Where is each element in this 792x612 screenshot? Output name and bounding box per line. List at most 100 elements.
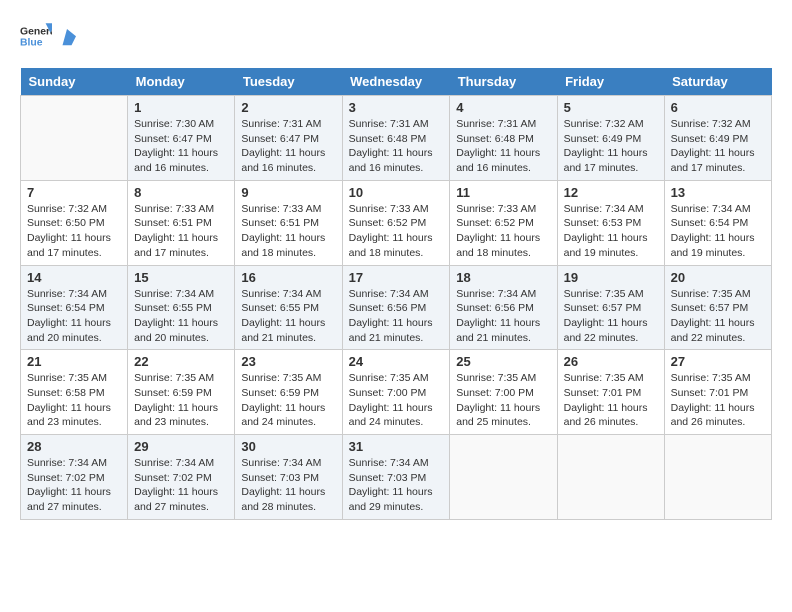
day-info: Sunrise: 7:34 AMSunset: 7:03 PMDaylight:… bbox=[241, 456, 335, 515]
calendar-cell: 16 Sunrise: 7:34 AMSunset: 6:55 PMDayligh… bbox=[235, 265, 342, 350]
calendar-cell: 30 Sunrise: 7:34 AMSunset: 7:03 PMDayligh… bbox=[235, 435, 342, 520]
calendar-week-row: 7 Sunrise: 7:32 AMSunset: 6:50 PMDaylight… bbox=[21, 180, 772, 265]
day-info: Sunrise: 7:35 AMSunset: 6:58 PMDaylight:… bbox=[27, 371, 121, 430]
day-number: 12 bbox=[564, 185, 658, 200]
day-number: 23 bbox=[241, 354, 335, 369]
page-header: General Blue bbox=[20, 20, 772, 52]
day-number: 2 bbox=[241, 100, 335, 115]
day-number: 8 bbox=[134, 185, 228, 200]
calendar-cell: 26 Sunrise: 7:35 AMSunset: 7:01 PMDayligh… bbox=[557, 350, 664, 435]
day-number: 11 bbox=[456, 185, 550, 200]
calendar-week-row: 28 Sunrise: 7:34 AMSunset: 7:02 PMDayligh… bbox=[21, 435, 772, 520]
day-number: 9 bbox=[241, 185, 335, 200]
day-info: Sunrise: 7:34 AMSunset: 6:55 PMDaylight:… bbox=[134, 287, 228, 346]
calendar-cell: 11 Sunrise: 7:33 AMSunset: 6:52 PMDayligh… bbox=[450, 180, 557, 265]
calendar-cell: 21 Sunrise: 7:35 AMSunset: 6:58 PMDayligh… bbox=[21, 350, 128, 435]
day-info: Sunrise: 7:33 AMSunset: 6:51 PMDaylight:… bbox=[241, 202, 335, 261]
day-info: Sunrise: 7:35 AMSunset: 7:01 PMDaylight:… bbox=[671, 371, 765, 430]
calendar-cell: 14 Sunrise: 7:34 AMSunset: 6:54 PMDayligh… bbox=[21, 265, 128, 350]
calendar-cell: 10 Sunrise: 7:33 AMSunset: 6:52 PMDayligh… bbox=[342, 180, 450, 265]
calendar-cell: 1 Sunrise: 7:30 AMSunset: 6:47 PMDaylight… bbox=[128, 96, 235, 181]
day-number: 25 bbox=[456, 354, 550, 369]
day-number: 22 bbox=[134, 354, 228, 369]
day-number: 7 bbox=[27, 185, 121, 200]
day-number: 14 bbox=[27, 270, 121, 285]
day-number: 21 bbox=[27, 354, 121, 369]
day-number: 3 bbox=[349, 100, 444, 115]
calendar-cell: 4Sunrise: 7:31 AMSunset: 6:48 PMDaylight… bbox=[450, 96, 557, 181]
day-info: Sunrise: 7:34 AMSunset: 6:53 PMDaylight:… bbox=[564, 202, 658, 261]
day-info: Sunrise: 7:32 AMSunset: 6:49 PMDaylight:… bbox=[564, 117, 658, 176]
calendar-table: SundayMondayTuesdayWednesdayThursdayFrid… bbox=[20, 68, 772, 520]
day-info: Sunrise: 7:34 AMSunset: 6:55 PMDaylight:… bbox=[241, 287, 335, 346]
day-info: Sunrise: 7:31 AMSunset: 6:47 PMDaylight:… bbox=[241, 117, 335, 176]
day-info: Sunrise: 7:35 AMSunset: 7:01 PMDaylight:… bbox=[564, 371, 658, 430]
logo-icon: General Blue bbox=[20, 20, 52, 52]
day-info: Sunrise: 7:35 AMSunset: 6:59 PMDaylight:… bbox=[241, 371, 335, 430]
calendar-cell bbox=[664, 435, 771, 520]
day-info: Sunrise: 7:35 AMSunset: 6:57 PMDaylight:… bbox=[671, 287, 765, 346]
calendar-week-row: 14 Sunrise: 7:34 AMSunset: 6:54 PMDayligh… bbox=[21, 265, 772, 350]
day-info: Sunrise: 7:34 AMSunset: 6:56 PMDaylight:… bbox=[349, 287, 444, 346]
calendar-cell: 13Sunrise: 7:34 AMSunset: 6:54 PMDayligh… bbox=[664, 180, 771, 265]
calendar-week-row: 21 Sunrise: 7:35 AMSunset: 6:58 PMDayligh… bbox=[21, 350, 772, 435]
day-of-week-header: Friday bbox=[557, 68, 664, 96]
day-of-week-header: Sunday bbox=[21, 68, 128, 96]
calendar-cell bbox=[21, 96, 128, 181]
day-number: 15 bbox=[134, 270, 228, 285]
day-number: 10 bbox=[349, 185, 444, 200]
day-info: Sunrise: 7:33 AMSunset: 6:51 PMDaylight:… bbox=[134, 202, 228, 261]
day-info: Sunrise: 7:32 AMSunset: 6:50 PMDaylight:… bbox=[27, 202, 121, 261]
day-number: 1 bbox=[134, 100, 228, 115]
calendar-cell bbox=[557, 435, 664, 520]
calendar-cell: 7 Sunrise: 7:32 AMSunset: 6:50 PMDaylight… bbox=[21, 180, 128, 265]
day-info: Sunrise: 7:35 AMSunset: 6:57 PMDaylight:… bbox=[564, 287, 658, 346]
day-of-week-header: Tuesday bbox=[235, 68, 342, 96]
day-of-week-header: Thursday bbox=[450, 68, 557, 96]
calendar-cell: 5 Sunrise: 7:32 AMSunset: 6:49 PMDaylight… bbox=[557, 96, 664, 181]
calendar-cell: 3 Sunrise: 7:31 AMSunset: 6:48 PMDaylight… bbox=[342, 96, 450, 181]
calendar-cell: 29 Sunrise: 7:34 AMSunset: 7:02 PMDayligh… bbox=[128, 435, 235, 520]
calendar-cell: 24Sunrise: 7:35 AMSunset: 7:00 PMDayligh… bbox=[342, 350, 450, 435]
day-info: Sunrise: 7:34 AMSunset: 6:54 PMDaylight:… bbox=[27, 287, 121, 346]
logo: General Blue bbox=[20, 20, 76, 52]
day-of-week-header: Wednesday bbox=[342, 68, 450, 96]
calendar-cell: 25 Sunrise: 7:35 AMSunset: 7:00 PMDayligh… bbox=[450, 350, 557, 435]
day-info: Sunrise: 7:33 AMSunset: 6:52 PMDaylight:… bbox=[456, 202, 550, 261]
day-of-week-header: Monday bbox=[128, 68, 235, 96]
day-number: 16 bbox=[241, 270, 335, 285]
day-number: 5 bbox=[564, 100, 658, 115]
day-number: 27 bbox=[671, 354, 765, 369]
svg-text:General: General bbox=[20, 26, 52, 37]
logo-triangle-icon bbox=[58, 29, 76, 47]
day-info: Sunrise: 7:34 AMSunset: 7:02 PMDaylight:… bbox=[134, 456, 228, 515]
day-info: Sunrise: 7:34 AMSunset: 6:54 PMDaylight:… bbox=[671, 202, 765, 261]
day-number: 26 bbox=[564, 354, 658, 369]
calendar-cell: 6 Sunrise: 7:32 AMSunset: 6:49 PMDaylight… bbox=[664, 96, 771, 181]
day-number: 4 bbox=[456, 100, 550, 115]
day-info: Sunrise: 7:30 AMSunset: 6:47 PMDaylight:… bbox=[134, 117, 228, 176]
day-info: Sunrise: 7:35 AMSunset: 7:00 PMDaylight:… bbox=[456, 371, 550, 430]
day-info: Sunrise: 7:31 AMSunset: 6:48 PMDaylight:… bbox=[349, 117, 444, 176]
calendar-cell: 19 Sunrise: 7:35 AMSunset: 6:57 PMDayligh… bbox=[557, 265, 664, 350]
calendar-cell: 8 Sunrise: 7:33 AMSunset: 6:51 PMDaylight… bbox=[128, 180, 235, 265]
calendar-cell: 27 Sunrise: 7:35 AMSunset: 7:01 PMDayligh… bbox=[664, 350, 771, 435]
day-of-week-header: Saturday bbox=[664, 68, 771, 96]
calendar-cell: 23 Sunrise: 7:35 AMSunset: 6:59 PMDayligh… bbox=[235, 350, 342, 435]
day-info: Sunrise: 7:32 AMSunset: 6:49 PMDaylight:… bbox=[671, 117, 765, 176]
calendar-cell: 9 Sunrise: 7:33 AMSunset: 6:51 PMDaylight… bbox=[235, 180, 342, 265]
day-number: 6 bbox=[671, 100, 765, 115]
day-info: Sunrise: 7:35 AMSunset: 6:59 PMDaylight:… bbox=[134, 371, 228, 430]
calendar-cell: 31Sunrise: 7:34 AMSunset: 7:03 PMDayligh… bbox=[342, 435, 450, 520]
day-number: 17 bbox=[349, 270, 444, 285]
day-number: 19 bbox=[564, 270, 658, 285]
calendar-header-row: SundayMondayTuesdayWednesdayThursdayFrid… bbox=[21, 68, 772, 96]
day-number: 29 bbox=[134, 439, 228, 454]
calendar-cell: 28 Sunrise: 7:34 AMSunset: 7:02 PMDayligh… bbox=[21, 435, 128, 520]
day-number: 28 bbox=[27, 439, 121, 454]
calendar-cell: 22 Sunrise: 7:35 AMSunset: 6:59 PMDayligh… bbox=[128, 350, 235, 435]
day-info: Sunrise: 7:34 AMSunset: 7:02 PMDaylight:… bbox=[27, 456, 121, 515]
day-number: 30 bbox=[241, 439, 335, 454]
day-info: Sunrise: 7:33 AMSunset: 6:52 PMDaylight:… bbox=[349, 202, 444, 261]
day-info: Sunrise: 7:34 AMSunset: 6:56 PMDaylight:… bbox=[456, 287, 550, 346]
